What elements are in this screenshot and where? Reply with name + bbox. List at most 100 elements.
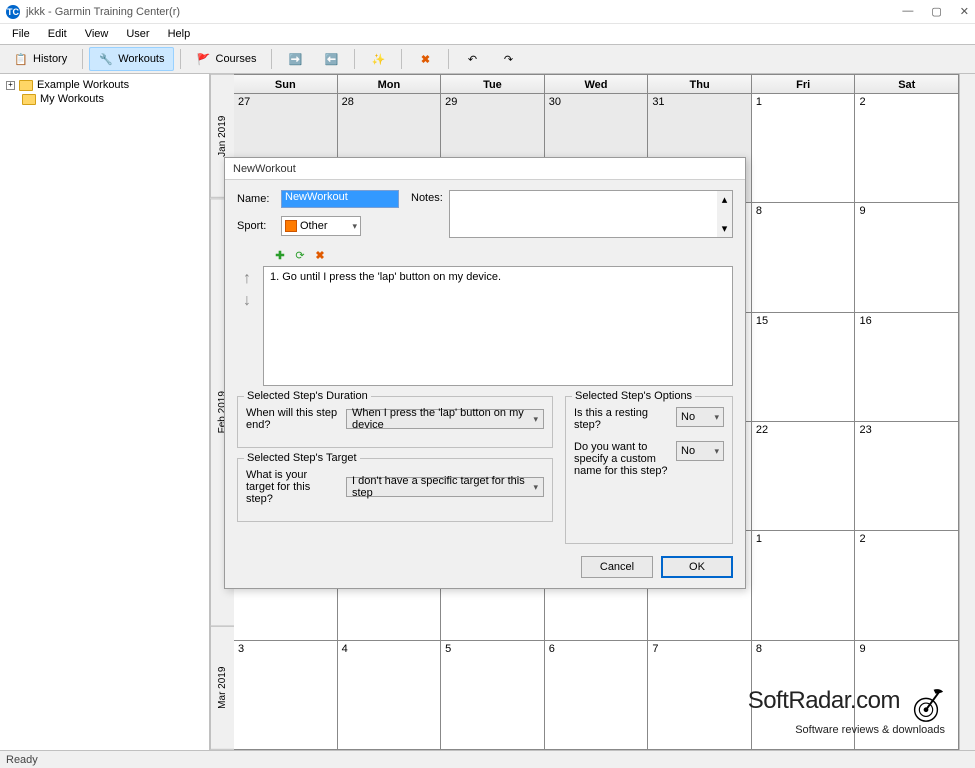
toolbar-separator [448, 49, 449, 69]
calendar-cell[interactable]: 15 [752, 313, 856, 421]
notes-textarea[interactable]: ▴▾ [449, 190, 733, 238]
calendar-scrollbar[interactable] [959, 74, 975, 750]
custom-name-combo[interactable]: No ▾ [676, 441, 724, 461]
undo-button[interactable]: ↶ [455, 47, 489, 71]
history-tab[interactable]: 📋 History [4, 47, 76, 71]
arrow-right-icon: ➡️ [287, 51, 303, 67]
tree-item-example-workouts[interactable]: + Example Workouts [4, 78, 205, 92]
duration-legend: Selected Step's Duration [244, 390, 371, 402]
calendar-cell[interactable]: 5 [441, 641, 545, 749]
calendar-cell[interactable]: 1 [752, 94, 856, 202]
folder-icon [19, 80, 33, 91]
calendar-cell[interactable]: 8 [752, 203, 856, 311]
options-fieldset: Selected Step's Options Is this a restin… [565, 396, 733, 544]
new-button[interactable]: ✨ [361, 47, 395, 71]
calendar-cell[interactable]: 1 [752, 531, 856, 639]
sport-icon [285, 220, 297, 232]
calendar-cell[interactable]: 7 [648, 641, 752, 749]
chevron-down-icon: ▾ [352, 221, 357, 232]
chevron-down-icon: ▾ [714, 446, 719, 457]
calendar-cell[interactable]: 2 [855, 531, 959, 639]
add-step-button[interactable]: ✚ [273, 248, 287, 262]
cancel-button[interactable]: Cancel [581, 556, 653, 578]
delete-icon: ✖ [417, 51, 433, 67]
redo-icon: ↷ [500, 51, 516, 67]
workouts-label: Workouts [118, 53, 164, 65]
sport-label: Sport: [237, 220, 275, 232]
calendar-cell[interactable]: 16 [855, 313, 959, 421]
target-label: What is your target for this step? [246, 469, 338, 505]
name-input[interactable]: NewWorkout [281, 190, 399, 208]
toolbar-separator [401, 49, 402, 69]
menubar: File Edit View User Help [0, 24, 975, 44]
ok-button[interactable]: OK [661, 556, 733, 578]
calendar-cell[interactable]: 2 [855, 94, 959, 202]
redo-button[interactable]: ↷ [491, 47, 525, 71]
menu-user[interactable]: User [118, 26, 157, 42]
resting-label: Is this a resting step? [574, 407, 670, 431]
day-header-mon: Mon [338, 75, 442, 93]
maximize-button[interactable]: ▢ [931, 5, 941, 18]
duration-combo[interactable]: When I press the 'lap' button on my devi… [346, 409, 544, 429]
repeat-step-button[interactable]: ⟳ [293, 248, 307, 262]
day-header-wed: Wed [545, 75, 649, 93]
name-label: Name: [237, 193, 275, 205]
toolbar-separator [180, 49, 181, 69]
receive-from-device-button[interactable]: ⬅️ [314, 47, 348, 71]
notes-scrollbar[interactable]: ▴▾ [717, 191, 732, 237]
menu-file[interactable]: File [4, 26, 38, 42]
toolbar-separator [82, 49, 83, 69]
calendar-cell[interactable]: 6 [545, 641, 649, 749]
duration-label: When will this step end? [246, 407, 338, 431]
options-legend: Selected Step's Options [572, 390, 695, 402]
step-item[interactable]: 1. Go until I press the 'lap' button on … [270, 271, 726, 283]
chevron-down-icon: ▾ [714, 412, 719, 423]
sidebar: + Example Workouts My Workouts [0, 74, 210, 750]
calendar-header: Sun Mon Tue Wed Thu Fri Sat [234, 74, 959, 94]
calendar-cell[interactable]: 8 [752, 641, 856, 749]
day-header-fri: Fri [752, 75, 856, 93]
calendar-cell[interactable]: 3 [234, 641, 338, 749]
menu-help[interactable]: Help [160, 26, 199, 42]
target-combo[interactable]: I don't have a specific target for this … [346, 477, 544, 497]
move-down-button[interactable]: ↓ [243, 292, 251, 310]
move-up-button[interactable]: ↑ [243, 270, 251, 288]
day-header-tue: Tue [441, 75, 545, 93]
workouts-icon: 🔧 [98, 51, 114, 67]
chevron-down-icon: ▾ [533, 414, 538, 425]
expand-icon[interactable]: + [6, 81, 15, 90]
send-to-device-button[interactable]: ➡️ [278, 47, 312, 71]
statusbar: Ready [0, 750, 975, 768]
steps-list[interactable]: 1. Go until I press the 'lap' button on … [263, 266, 733, 386]
app-icon: TC [6, 5, 20, 19]
duration-value: When I press the 'lap' button on my devi… [352, 407, 533, 431]
calendar-cell[interactable]: 23 [855, 422, 959, 530]
toolbar: 📋 History 🔧 Workouts 🚩 Courses ➡️ ⬅️ ✨ ✖… [0, 44, 975, 74]
courses-label: Courses [216, 53, 257, 65]
courses-icon: 🚩 [196, 51, 212, 67]
minimize-button[interactable]: — [902, 5, 913, 18]
menu-edit[interactable]: Edit [40, 26, 75, 42]
courses-tab[interactable]: 🚩 Courses [187, 47, 266, 71]
duration-fieldset: Selected Step's Duration When will this … [237, 396, 553, 448]
calendar-cell[interactable]: 4 [338, 641, 442, 749]
menu-view[interactable]: View [77, 26, 117, 42]
sport-combo[interactable]: Other ▾ [281, 216, 361, 236]
close-button[interactable]: ✕ [960, 5, 969, 18]
toolbar-separator [354, 49, 355, 69]
resting-value: No [681, 411, 695, 423]
delete-step-button[interactable]: ✖ [313, 248, 327, 262]
calendar-cell[interactable]: 9 [855, 203, 959, 311]
calendar-cell[interactable]: 9 [855, 641, 959, 749]
tree-item-my-workouts[interactable]: My Workouts [4, 92, 205, 106]
day-header-sat: Sat [855, 75, 959, 93]
tree-label: My Workouts [40, 93, 104, 105]
calendar-cell[interactable]: 22 [752, 422, 856, 530]
delete-button[interactable]: ✖ [408, 47, 442, 71]
month-label-mar: Mar 2019 [210, 626, 234, 750]
notes-label: Notes: [411, 190, 443, 238]
titlebar: TC jkkk - Garmin Training Center(r) — ▢ … [0, 0, 975, 24]
resting-combo[interactable]: No ▾ [676, 407, 724, 427]
workouts-tab[interactable]: 🔧 Workouts [89, 47, 173, 71]
toolbar-separator [271, 49, 272, 69]
